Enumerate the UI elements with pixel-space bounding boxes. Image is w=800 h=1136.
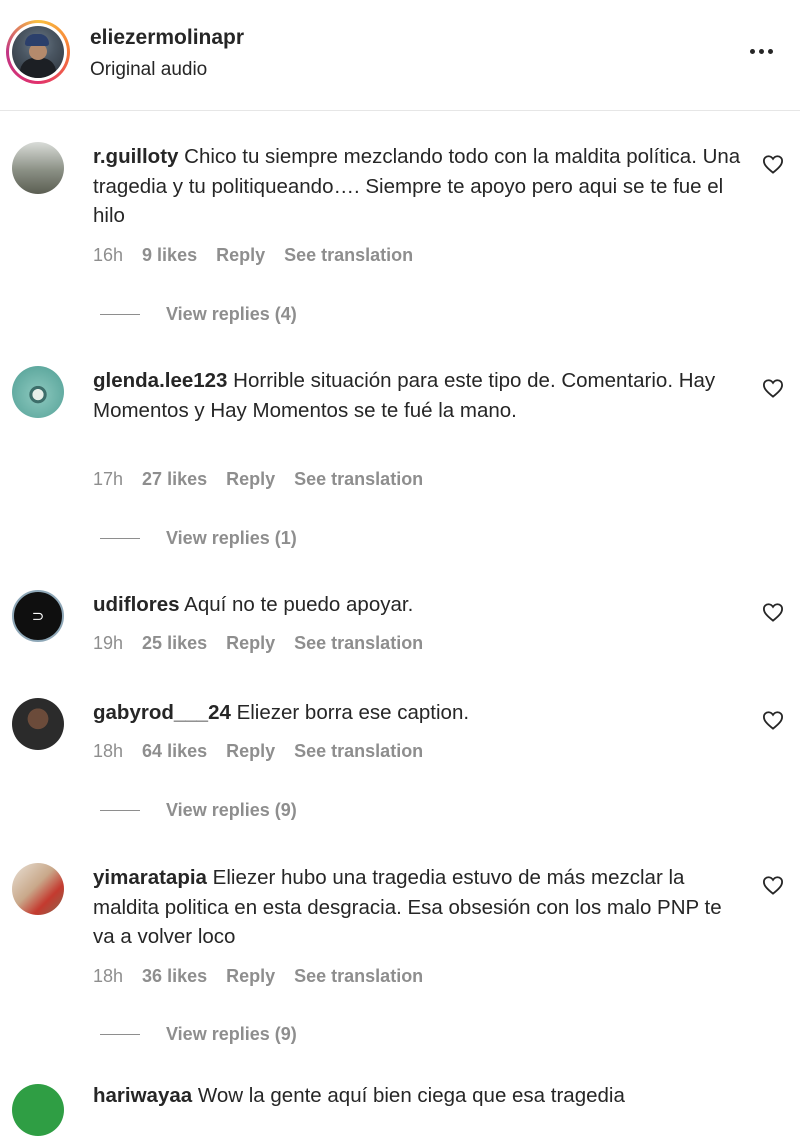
avatar[interactable] (12, 1084, 64, 1136)
see-translation-button[interactable]: See translation (294, 633, 423, 653)
comment-time[interactable]: 19h (93, 633, 123, 653)
avatar[interactable] (12, 366, 64, 418)
replies-divider (100, 537, 140, 539)
story-ring-avatar[interactable] (6, 20, 70, 84)
see-translation-button[interactable]: See translation (294, 966, 423, 986)
likes-count[interactable]: 25 likes (142, 633, 207, 653)
comment-text: glenda.lee123 Horrible situación para es… (93, 366, 743, 425)
comment-meta: 18h 64 likes Reply See translation (93, 741, 442, 762)
reply-button[interactable]: Reply (216, 245, 265, 265)
view-replies-button[interactable]: View replies (4) (100, 302, 297, 326)
comment-time[interactable]: 18h (93, 741, 123, 761)
comment-username[interactable]: udiflores (93, 593, 180, 616)
avatar[interactable] (12, 142, 64, 194)
avatar[interactable] (12, 698, 64, 750)
comment-body: Aquí no te puedo apoyar. (184, 593, 414, 616)
comment-meta: 16h 9 likes Reply See translation (93, 245, 432, 266)
reply-button[interactable]: Reply (226, 469, 275, 489)
comment-text: hariwayaa Wow la gente aquí bien ciega q… (93, 1084, 625, 1108)
comment-time[interactable]: 17h (93, 469, 123, 489)
comment-text: r.guilloty Chico tu siempre mezclando to… (93, 142, 743, 231)
avatar[interactable] (12, 863, 64, 915)
comment-username[interactable]: hariwayaa (93, 1084, 192, 1107)
comment-text: gabyrod___24 Eliezer borra ese caption. (93, 698, 743, 728)
replies-divider (100, 313, 140, 315)
view-replies-button[interactable]: View replies (1) (100, 526, 297, 550)
reply-button[interactable]: Reply (226, 633, 275, 653)
comment-text: udiflores Aquí no te puedo apoyar. (93, 590, 743, 620)
avatar-glyph: ⊃ (31, 608, 45, 625)
comment-meta: 19h 25 likes Reply See translation (93, 633, 442, 654)
heart-outline-icon[interactable] (762, 378, 784, 398)
original-audio-link[interactable]: Original audio (90, 59, 207, 81)
comment-username[interactable]: r.guilloty (93, 145, 178, 168)
avatar (12, 26, 64, 78)
view-replies-label: View replies (1) (166, 527, 297, 548)
view-replies-label: View replies (4) (166, 303, 297, 324)
likes-count[interactable]: 27 likes (142, 469, 207, 489)
heart-outline-icon[interactable] (762, 875, 784, 895)
heart-outline-icon[interactable] (762, 602, 784, 622)
comment-time[interactable]: 16h (93, 245, 123, 265)
heart-outline-icon[interactable] (762, 710, 784, 730)
comment-username[interactable]: gabyrod___24 (93, 701, 231, 724)
see-translation-button[interactable]: See translation (294, 469, 423, 489)
see-translation-button[interactable]: See translation (284, 245, 413, 265)
likes-count[interactable]: 9 likes (142, 245, 197, 265)
comment-text: yimaratapia Eliezer hubo una tragedia es… (93, 863, 743, 952)
comment-username[interactable]: yimaratapia (93, 866, 207, 889)
replies-divider (100, 1033, 140, 1035)
likes-count[interactable]: 64 likes (142, 741, 207, 761)
see-translation-button[interactable]: See translation (294, 741, 423, 761)
comment-time[interactable]: 18h (93, 966, 123, 986)
comment-body: Eliezer borra ese caption. (236, 701, 470, 724)
comment-username[interactable]: glenda.lee123 (93, 369, 227, 392)
view-replies-button[interactable]: View replies (9) (100, 1022, 297, 1046)
reply-button[interactable]: Reply (226, 741, 275, 761)
view-replies-label: View replies (9) (166, 799, 297, 820)
comment-meta: 18h 36 likes Reply See translation (93, 966, 442, 987)
comment-meta: 17h 27 likes Reply See translation (93, 469, 442, 490)
view-replies-button[interactable]: View replies (9) (100, 798, 297, 822)
avatar[interactable]: ⊃ (12, 590, 64, 642)
heart-outline-icon[interactable] (762, 154, 784, 174)
comment-body: Chico tu siempre mezclando todo con la m… (93, 145, 741, 227)
replies-divider (100, 809, 140, 811)
likes-count[interactable]: 36 likes (142, 966, 207, 986)
comment-body: Wow la gente aquí bien ciega que esa tra… (197, 1084, 625, 1107)
reply-button[interactable]: Reply (226, 966, 275, 986)
post-header: eliezermolinapr Original audio (0, 0, 800, 111)
view-replies-label: View replies (9) (166, 1023, 297, 1044)
author-username[interactable]: eliezermolinapr (90, 26, 244, 50)
more-options-icon[interactable] (744, 36, 778, 66)
